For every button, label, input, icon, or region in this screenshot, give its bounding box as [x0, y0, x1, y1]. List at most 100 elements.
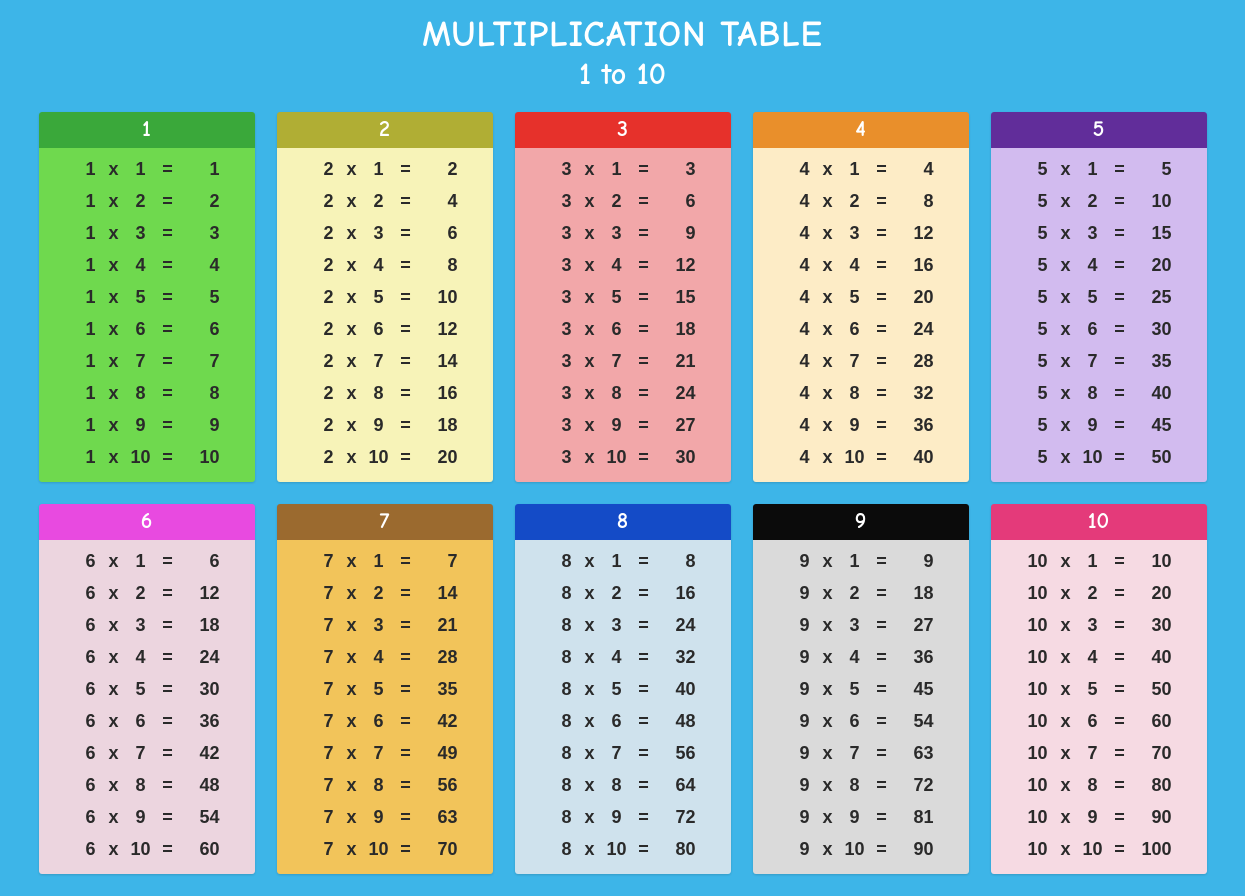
product: 1 — [180, 159, 220, 181]
table-row: 2x8=16 — [291, 383, 479, 405]
multiply-symbol: x — [578, 743, 602, 765]
table-card-header: 2 — [277, 112, 493, 148]
equals-symbol: = — [394, 447, 418, 469]
multiplier: 3 — [840, 615, 870, 637]
multiply-symbol: x — [1054, 775, 1078, 797]
table-row: 3x6=18 — [529, 319, 717, 341]
table-card-body: 4x1=44x2=84x3=124x4=164x5=204x6=244x7=28… — [753, 148, 969, 482]
product: 63 — [894, 743, 934, 765]
table-row: 2x6=12 — [291, 319, 479, 341]
multiplier: 1 — [602, 159, 632, 181]
multiply-symbol: x — [816, 319, 840, 341]
equals-symbol: = — [1108, 647, 1132, 669]
table-row: 1x10=10 — [53, 447, 241, 469]
multiply-symbol: x — [102, 775, 126, 797]
table-row: 5x3=15 — [1005, 223, 1193, 245]
multiplier: 8 — [840, 383, 870, 405]
table-row: 7x3=21 — [291, 615, 479, 637]
table-row: 2x2=4 — [291, 191, 479, 213]
product: 6 — [180, 319, 220, 341]
product: 28 — [418, 647, 458, 669]
multiplicand: 9 — [788, 711, 816, 733]
table-row: 3x3=9 — [529, 223, 717, 245]
multiply-symbol: x — [578, 415, 602, 437]
multiply-symbol: x — [340, 223, 364, 245]
multiply-symbol: x — [340, 775, 364, 797]
equals-symbol: = — [632, 319, 656, 341]
multiplicand: 6 — [74, 807, 102, 829]
multiplier: 7 — [1078, 743, 1108, 765]
table-card-4: 44x1=44x2=84x3=124x4=164x5=204x6=244x7=2… — [753, 112, 969, 482]
table-card-header: 1 — [39, 112, 255, 148]
multiplier: 1 — [126, 551, 156, 573]
multiply-symbol: x — [578, 223, 602, 245]
product: 40 — [1132, 383, 1172, 405]
multiplicand: 8 — [550, 551, 578, 573]
multiplicand: 5 — [1026, 191, 1054, 213]
product: 30 — [180, 679, 220, 701]
multiplier: 3 — [364, 223, 394, 245]
multiplicand: 4 — [788, 319, 816, 341]
equals-symbol: = — [632, 223, 656, 245]
multiply-symbol: x — [340, 647, 364, 669]
equals-symbol: = — [870, 583, 894, 605]
equals-symbol: = — [870, 743, 894, 765]
multiplicand: 9 — [788, 679, 816, 701]
multiply-symbol: x — [816, 287, 840, 309]
multiplicand: 2 — [312, 255, 340, 277]
multiplicand: 8 — [550, 743, 578, 765]
multiplier: 5 — [1078, 287, 1108, 309]
product: 100 — [1132, 839, 1172, 861]
product: 18 — [656, 319, 696, 341]
table-row: 3x1=3 — [529, 159, 717, 181]
table-card-header: 5 — [991, 112, 1207, 148]
equals-symbol: = — [870, 807, 894, 829]
table-row: 2x9=18 — [291, 415, 479, 437]
multiplier: 2 — [602, 583, 632, 605]
table-row: 8x5=40 — [529, 679, 717, 701]
multiplier: 10 — [1078, 839, 1108, 861]
product: 20 — [1132, 583, 1172, 605]
equals-symbol: = — [394, 647, 418, 669]
product: 5 — [180, 287, 220, 309]
multiply-symbol: x — [102, 255, 126, 277]
product: 64 — [656, 775, 696, 797]
multiplicand: 3 — [550, 191, 578, 213]
multiplier: 3 — [126, 223, 156, 245]
multiplicand: 3 — [550, 383, 578, 405]
multiplicand: 5 — [1026, 447, 1054, 469]
equals-symbol: = — [1108, 807, 1132, 829]
multiply-symbol: x — [102, 319, 126, 341]
multiplicand: 7 — [312, 583, 340, 605]
multiplier: 6 — [602, 319, 632, 341]
multiply-symbol: x — [578, 647, 602, 669]
equals-symbol: = — [1108, 351, 1132, 373]
table-row: 2x5=10 — [291, 287, 479, 309]
multiplicand: 5 — [1026, 287, 1054, 309]
multiplier: 4 — [1078, 647, 1108, 669]
equals-symbol: = — [632, 287, 656, 309]
multiplicand: 10 — [1026, 743, 1054, 765]
multiplicand: 3 — [550, 351, 578, 373]
product: 10 — [418, 287, 458, 309]
multiplier: 5 — [364, 679, 394, 701]
multiplicand: 9 — [788, 615, 816, 637]
multiply-symbol: x — [1054, 287, 1078, 309]
multiply-symbol: x — [816, 223, 840, 245]
multiply-symbol: x — [102, 679, 126, 701]
multiplier: 3 — [602, 223, 632, 245]
product: 9 — [180, 415, 220, 437]
multiplicand: 5 — [1026, 351, 1054, 373]
table-card-header: 9 — [753, 504, 969, 540]
equals-symbol: = — [156, 383, 180, 405]
table-row: 7x9=63 — [291, 807, 479, 829]
equals-symbol: = — [156, 647, 180, 669]
table-row: 8x10=80 — [529, 839, 717, 861]
multiplier: 2 — [840, 191, 870, 213]
multiply-symbol: x — [102, 647, 126, 669]
table-row: 6x7=42 — [53, 743, 241, 765]
multiply-symbol: x — [102, 615, 126, 637]
product: 12 — [656, 255, 696, 277]
table-row: 7x7=49 — [291, 743, 479, 765]
table-row: 10x9=90 — [1005, 807, 1193, 829]
